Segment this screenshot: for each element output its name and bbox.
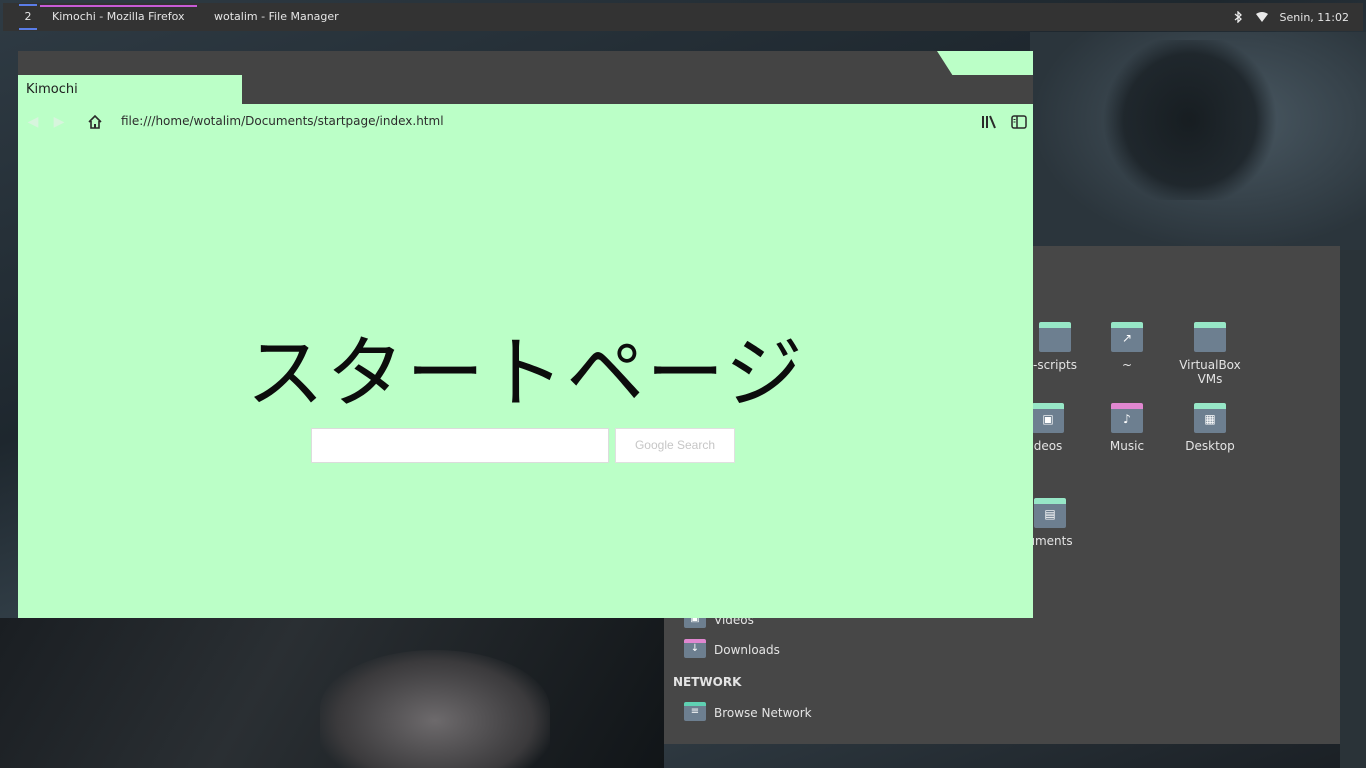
documents-folder-icon: ▤ [1034,498,1066,528]
wallpaper-right-edge [1340,250,1366,768]
folder-item[interactable]: ↗ ~ [1087,322,1167,372]
tab-title: Kimochi [26,82,78,97]
workspace-indicator[interactable]: 2 [17,3,39,31]
sidebar-icon [1011,115,1027,129]
home-icon [88,114,102,129]
folder-label: Desktop [1185,439,1235,453]
folder-icon: ↗ [1111,322,1143,352]
folder-label: ~ [1121,358,1133,372]
home-button[interactable] [86,113,104,131]
wallpaper-tree [1100,40,1280,200]
taskbar-item-label: Kimochi - Mozilla Firefox [52,10,185,23]
wallpaper-figure [320,650,550,768]
browser-tab[interactable]: Kimochi [18,75,242,104]
taskbar-item-file-manager[interactable]: wotalim - File Manager [202,3,351,31]
sidebar-item-browse-network[interactable]: ≡ Browse Network [684,702,812,723]
forward-button[interactable]: ▶ [50,113,68,131]
library-button[interactable] [980,113,998,131]
folder-icon [1039,322,1071,352]
new-tab-area[interactable] [937,51,1033,75]
desktop-folder-icon: ▦ [1194,403,1226,433]
url-bar[interactable]: file:///home/wotalim/Documents/startpage… [121,114,444,128]
navigation-bar: ◀ ▶ file:///home/wotalim/Documents/start… [18,104,1033,140]
folder-item[interactable]: ▦ Desktop [1170,403,1250,453]
library-icon [982,115,996,129]
sidebar-toggle-button[interactable] [1010,113,1028,131]
top-panel: 2 Kimochi - Mozilla Firefox wotalim - Fi… [3,3,1363,31]
forward-arrow-icon: ▶ [53,114,65,130]
folder-item[interactable]: ♪ Music [1087,403,1167,453]
music-folder-icon: ♪ [1111,403,1143,433]
download-folder-icon: ↓ [684,639,706,658]
clock[interactable]: Senin, 11:02 [1280,11,1349,24]
system-tray: Senin, 11:02 [1232,3,1363,31]
back-arrow-icon: ◀ [27,114,39,130]
sidebar-heading-network: NETWORK [673,675,742,689]
folder-item[interactable]: VirtualBox VMs [1170,322,1250,386]
network-icon: ≡ [684,702,706,721]
google-search-button[interactable]: Google Search [615,428,735,463]
firefox-window: Kimochi ◀ ▶ file:///home/wotalim/Documen… [18,51,1033,618]
sidebar-item-label: Browse Network [714,706,812,720]
wifi-icon[interactable] [1255,11,1268,23]
taskbar-item-label: wotalim - File Manager [214,10,339,23]
search-input[interactable] [311,428,609,463]
page-title: スタートページ [246,329,805,419]
folder-icon [1194,322,1226,352]
sidebar-item-label: Downloads [714,643,780,657]
folder-label: VirtualBox VMs [1179,358,1241,386]
sidebar-item-downloads[interactable]: ↓ Downloads [684,639,780,660]
bluetooth-icon[interactable] [1232,11,1244,23]
folder-label: Music [1109,439,1145,453]
back-button[interactable]: ◀ [24,113,42,131]
taskbar-item-firefox[interactable]: Kimochi - Mozilla Firefox [40,3,197,31]
video-folder-icon: ▣ [1032,403,1064,433]
